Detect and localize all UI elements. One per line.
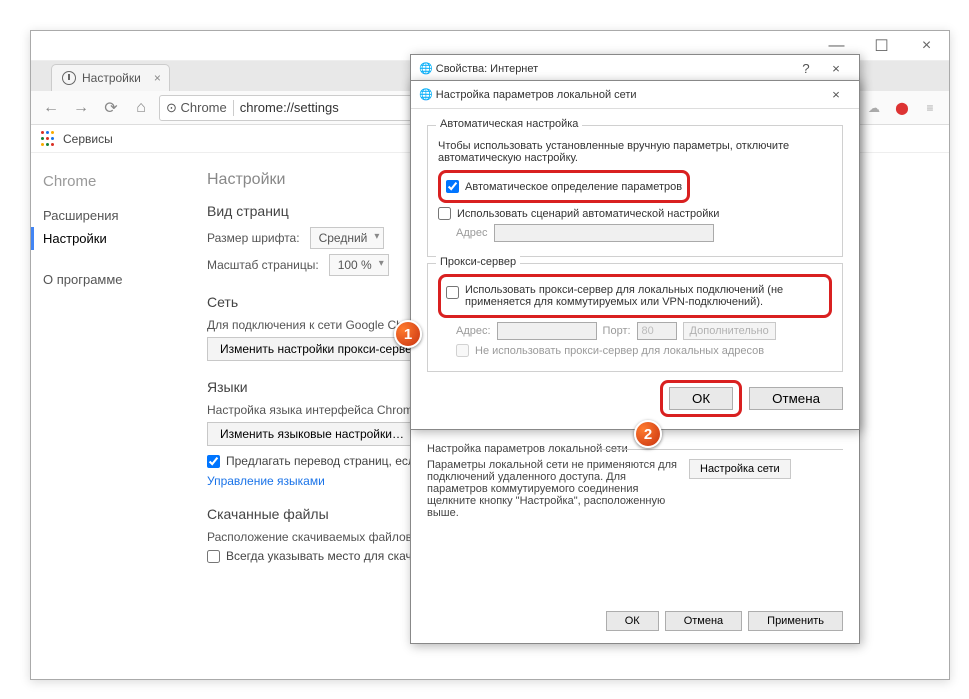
apps-icon[interactable] <box>41 131 57 147</box>
font-size-label: Размер шрифта: <box>207 231 300 245</box>
use-proxy-label: Использовать прокси-сервер для локальных… <box>465 284 824 308</box>
globe-icon: 🌐 <box>419 88 433 101</box>
lan-settings-dialog: 🌐 Настройка параметров локальной сети × … <box>410 80 860 430</box>
ask-location-checkbox[interactable] <box>207 550 220 563</box>
zoom-label: Масштаб страницы: <box>207 258 319 272</box>
proxy-legend: Прокси-сервер <box>436 256 520 268</box>
lan-ok-button[interactable]: ОК <box>669 387 733 410</box>
globe-icon: 🌐 <box>419 62 433 75</box>
shield-icon[interactable]: ⬤ <box>891 97 913 119</box>
omnibox-url: chrome://settings <box>240 100 339 115</box>
bypass-local-checkbox <box>456 344 469 357</box>
network-settings-button[interactable]: Настройка сети <box>689 459 791 479</box>
brand-title: Chrome <box>43 173 181 190</box>
callout-1: 1 <box>394 320 422 348</box>
help-button[interactable]: ? <box>791 57 821 81</box>
lan-close-button[interactable]: × <box>821 83 851 107</box>
lan-cancel-button[interactable]: Отмена <box>749 387 843 410</box>
proxy-port-label: Порт: <box>603 325 631 337</box>
use-script-label: Использовать сценарий автоматической нас… <box>457 208 719 220</box>
close-button[interactable]: × <box>904 31 949 61</box>
maximize-button[interactable]: ☐ <box>859 31 904 61</box>
cloud-icon[interactable]: ☁ <box>863 97 885 119</box>
proxy-advanced-button: Дополнительно <box>683 322 776 340</box>
script-address-input <box>494 224 714 242</box>
use-script-checkbox[interactable] <box>438 207 451 220</box>
menu-icon[interactable]: ≡ <box>919 97 941 119</box>
callout-2: 2 <box>634 420 662 448</box>
back-button[interactable]: ← <box>39 96 63 120</box>
lan-section-title: Настройка параметров локальной сети <box>427 443 843 455</box>
proxy-group: Прокси-сервер Использовать прокси-сервер… <box>427 263 843 372</box>
close-tab-icon[interactable]: × <box>154 71 161 85</box>
lan-help-text: Параметры локальной сети не применяются … <box>427 459 677 519</box>
inet-props-title: Свойства: Интернет <box>436 63 791 75</box>
nav-settings[interactable]: Настройки <box>31 227 181 250</box>
inet-apply-button[interactable]: Применить <box>748 611 843 631</box>
tab-settings[interactable]: Настройки × <box>51 64 170 91</box>
reload-button[interactable]: ⟳ <box>99 96 123 120</box>
proxy-address-label: Адрес: <box>456 325 491 337</box>
nav-extensions[interactable]: Расширения <box>43 204 181 227</box>
gear-icon <box>62 71 76 85</box>
auto-help: Чтобы использовать установленные вручную… <box>438 140 832 164</box>
auto-detect-checkbox[interactable] <box>446 180 459 193</box>
script-address-label: Адрес <box>456 227 488 239</box>
omnibox-chip: ⊙ Chrome <box>166 100 234 116</box>
bypass-local-label: Не использовать прокси-сервер для локаль… <box>475 345 764 357</box>
translate-checkbox[interactable] <box>207 455 220 468</box>
inet-ok-button[interactable]: ОК <box>606 611 659 631</box>
lan-dialog-title: Настройка параметров локальной сети <box>436 89 821 101</box>
bookmarks-label[interactable]: Сервисы <box>63 132 113 146</box>
left-nav: Chrome Расширения Настройки О программе <box>31 153 181 677</box>
lang-settings-button[interactable]: Изменить языковые настройки… <box>207 422 417 446</box>
forward-button[interactable]: → <box>69 96 93 120</box>
translate-label: Предлагать перевод страниц, если <box>226 454 422 468</box>
auto-config-legend: Автоматическая настройка <box>436 118 582 130</box>
proxy-port-input <box>637 322 677 340</box>
inet-cancel-button[interactable]: Отмена <box>665 611 742 631</box>
home-button[interactable]: ⌂ <box>129 96 153 120</box>
auto-detect-label: Автоматическое определение параметров <box>465 181 682 193</box>
font-size-select[interactable]: Средний <box>310 227 385 249</box>
zoom-select[interactable]: 100 % <box>329 254 389 276</box>
auto-config-group: Автоматическая настройка Чтобы использов… <box>427 125 843 257</box>
close-dialog-button[interactable]: × <box>821 57 851 81</box>
use-proxy-checkbox[interactable] <box>446 286 459 299</box>
proxy-address-input <box>497 322 597 340</box>
tab-title: Настройки <box>82 71 141 85</box>
nav-about[interactable]: О программе <box>43 268 181 291</box>
